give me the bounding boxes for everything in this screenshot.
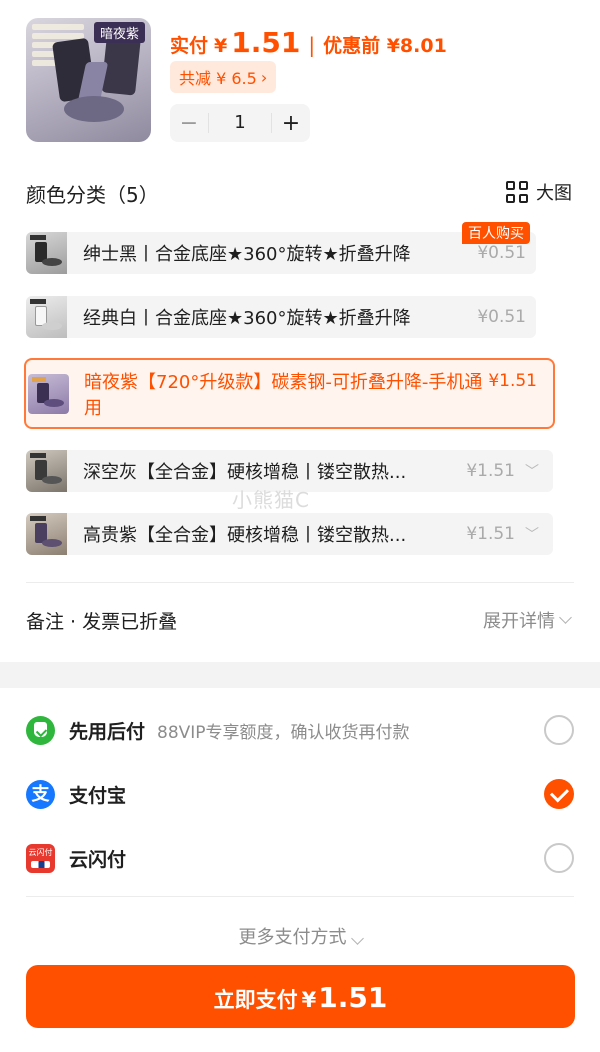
chevron-down-icon [350,932,364,945]
variant-option-white[interactable]: 经典白丨合金底座★360°旋转★折叠升降 ¥0.51 [26,296,536,338]
discount-chip[interactable]: 共减 ¥ 6.5 › [170,61,277,93]
divider [26,582,574,583]
variant-price: ¥0.51 [477,243,526,263]
variant-label: 深空灰【全合金】硬核增稳丨镂空散热... [83,462,407,483]
pay-now-currency: ¥ [301,988,317,1012]
pay-now-button[interactable]: 立即支付 ¥ 1.51 [26,965,575,1028]
more-payment-methods-button[interactable]: 更多支付方式 [0,923,600,949]
payment-name: 云闪付 [69,848,127,871]
variant-thumbnail [26,513,67,555]
product-image-tag: 暗夜紫 [93,22,145,43]
variant-label: 绅士黑丨合金底座★360°旋转★折叠升降 [83,244,411,265]
discount-text: 共减 ¥ 6.5 [179,69,257,88]
variant-thumbnail-stand [42,322,62,330]
chevron-right-icon: › [260,67,268,87]
variant-price: ¥1.51 [488,371,537,391]
variants-title: 颜色分类（5） [26,183,159,207]
expand-details-button[interactable]: 展开详情 [483,607,572,633]
unionpay-icon-text: 云闪付 [28,847,53,857]
variant-price: ¥0.51 [477,307,526,327]
quantity-value[interactable]: 1 [208,113,272,133]
unionpay-icon: 云闪付 [26,843,55,873]
variant-option-space-gray[interactable]: 深空灰【全合金】硬核增稳丨镂空散热... ¥1.51 ﹀ [26,450,553,492]
radio-button[interactable] [544,843,574,873]
price-label: 实付 [170,35,209,57]
variant-thumbnail [28,374,69,414]
grid-icon [506,181,528,203]
section-gap [0,662,600,688]
pay-now-amount: 1.51 [318,981,388,1014]
payment-name: 先用后付 [69,720,146,743]
price-value: 1.51 [231,26,301,59]
variant-thumbnail-tag [32,377,46,382]
big-view-label: 大图 [536,183,572,204]
original-price: 优惠前 ¥8.01 [323,35,447,57]
payment-name: 支付宝 [69,784,127,807]
expand-details-label: 展开详情 [483,611,555,632]
variant-thumbnail-stand [44,399,64,407]
variant-label: 高贵紫【全合金】硬核增稳丨镂空散热... [83,525,407,546]
chevron-down-icon[interactable]: ﹀ [525,524,553,544]
chevron-down-icon [559,611,572,624]
pay-now-label: 立即支付 [213,988,298,1012]
variant-option-black[interactable]: 绅士黑丨合金底座★360°旋转★折叠升降 ¥0.51 [26,232,536,274]
quantity-stepper[interactable]: − 1 + [170,104,310,142]
product-image-stand-base [64,96,124,122]
payment-option-alipay[interactable]: 支 支付宝 [26,776,574,812]
variant-thumbnail-stand [42,476,62,484]
unionpay-icon-stripe [31,860,50,868]
variant-thumbnail [26,296,67,338]
price-currency: ¥ [214,35,228,57]
payment-option-unionpay[interactable]: 云闪付 云闪付 [26,840,574,876]
variant-label: 暗夜紫【720°升级款】碳素钢-可折叠升降-手机通用 [84,372,483,419]
remark-label: 备注 · 发票已折叠 [26,611,178,633]
variant-label: 经典白丨合金底座★360°旋转★折叠升降 [83,308,411,329]
radio-button-checked[interactable] [544,779,574,809]
variant-option-noble-purple[interactable]: 高贵紫【全合金】硬核增稳丨镂空散热... ¥1.51 ﹀ [26,513,553,555]
chevron-down-icon[interactable]: ﹀ [525,461,553,481]
variant-thumbnail-tag [30,235,46,240]
variant-thumbnail-stand [42,258,62,266]
variant-thumbnail-tag [30,299,46,304]
variant-thumbnail-tag [30,516,46,521]
increment-button[interactable]: + [272,111,310,136]
radio-button[interactable] [544,715,574,745]
decrement-button[interactable]: − [170,111,208,136]
big-view-button[interactable]: 大图 [506,179,572,205]
variant-price: ¥1.51 [466,461,515,481]
divider [26,896,574,897]
variant-option-dark-purple-selected[interactable]: 暗夜紫【720°升级款】碳素钢-可折叠升降-手机通用 ¥1.51 [24,358,555,429]
variant-thumbnail-stand [42,539,62,547]
variant-thumbnail-tag [30,453,46,458]
variant-thumbnail [26,232,67,274]
credit-pay-icon [26,715,55,745]
product-image[interactable]: 暗夜紫 [26,18,151,142]
payment-subtitle: 88VIP专享额度，确认收货再付款 [157,722,410,743]
price-row: 实付 ¥ 1.51 | 优惠前 ¥8.01 [170,26,447,59]
more-payment-label: 更多支付方式 [238,927,347,948]
variant-thumbnail [26,450,67,492]
payment-option-credit-pay[interactable]: 先用后付 88VIP专享额度，确认收货再付款 [26,712,574,748]
price-separator: | [308,33,316,57]
alipay-icon: 支 [26,779,55,809]
hot-badge: 百人购买 [462,222,530,244]
variant-price: ¥1.51 [466,524,515,544]
